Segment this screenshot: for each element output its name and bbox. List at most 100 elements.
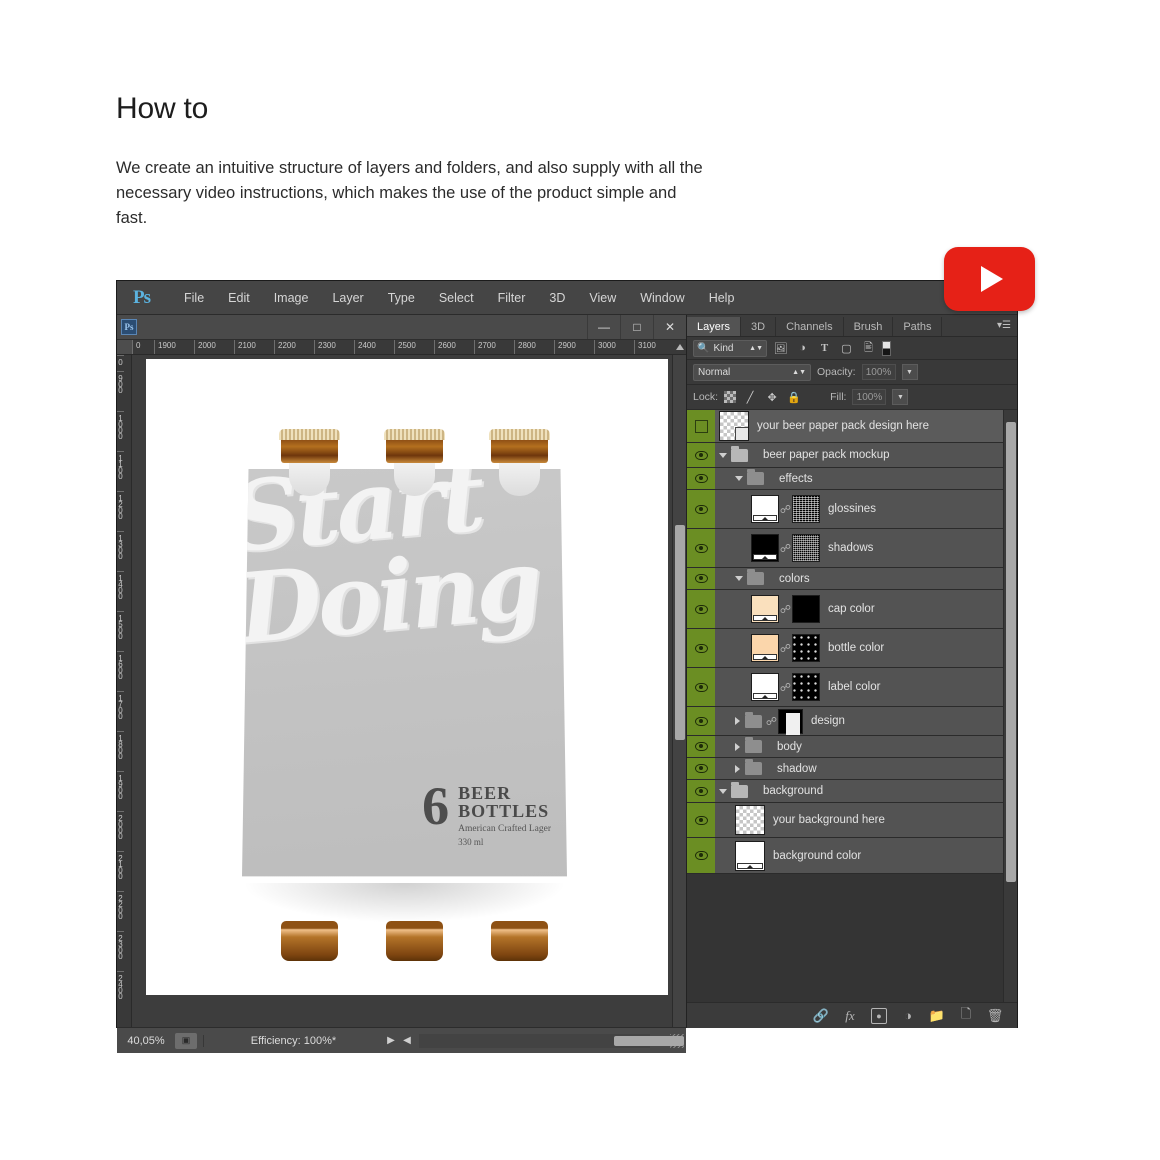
zoom-level[interactable]: 40,05%	[117, 1035, 175, 1047]
chevron-down-icon[interactable]	[719, 788, 727, 794]
tab-brush[interactable]: Brush	[844, 317, 894, 336]
layer-thumbnail[interactable]	[719, 411, 749, 441]
table-row[interactable]: ☍ bottle color	[687, 629, 1003, 668]
smartobject-filter-icon[interactable]: 🖹	[860, 340, 877, 356]
layer-visibility-toggle[interactable]	[687, 707, 715, 735]
menu-item-select[interactable]: Select	[429, 287, 484, 309]
hscroll-left-arrow-icon[interactable]: ◀	[399, 1035, 415, 1046]
new-layer-icon[interactable]: 🗋	[958, 1006, 974, 1024]
layer-visibility-toggle[interactable]	[687, 490, 715, 528]
layer-list-scrollbar[interactable]	[1003, 410, 1017, 1002]
menu-item-image[interactable]: Image	[264, 287, 319, 309]
table-row[interactable]: background color	[687, 838, 1003, 874]
layer-name[interactable]: body	[769, 741, 802, 753]
table-row[interactable]: background	[687, 780, 1003, 803]
table-row[interactable]: ☍ cap color	[687, 590, 1003, 629]
table-row[interactable]: shadow	[687, 758, 1003, 780]
horizontal-ruler[interactable]: 0 1900 2000 2100 2200 2300 2400 2500 260…	[117, 340, 686, 355]
menu-item-3d[interactable]: 3D	[539, 287, 575, 309]
layer-visibility-toggle[interactable]	[687, 590, 715, 628]
table-row[interactable]: ☍ shadows	[687, 529, 1003, 568]
layer-name[interactable]: your beer paper pack design here	[749, 420, 929, 432]
mask-link-icon[interactable]: ☍	[779, 681, 792, 694]
scrollbar-thumb[interactable]	[1006, 422, 1016, 882]
mask-link-icon[interactable]: ☍	[779, 642, 792, 655]
menu-item-window[interactable]: Window	[630, 287, 694, 309]
layer-thumbnail[interactable]	[751, 595, 779, 623]
layer-name[interactable]: beer paper pack mockup	[755, 449, 890, 461]
group-mask-thumbnail[interactable]	[778, 708, 803, 735]
tab-channels[interactable]: Channels	[776, 317, 844, 336]
layer-name[interactable]: shadow	[769, 763, 817, 775]
minimize-button[interactable]: —	[587, 315, 620, 339]
layer-thumbnail[interactable]	[751, 673, 779, 701]
table-row[interactable]: your beer paper pack design here	[687, 410, 1003, 443]
document-info-icon[interactable]: ▣	[175, 1032, 197, 1049]
mask-link-icon[interactable]: ☍	[765, 715, 778, 728]
table-row[interactable]: your background here	[687, 803, 1003, 838]
stepper-icon[interactable]: ▲▼	[792, 369, 806, 376]
blend-mode-select[interactable]: Normal ▲▼	[693, 363, 811, 381]
layer-name[interactable]: your background here	[765, 814, 885, 826]
lock-all-icon[interactable]: 🔒	[786, 389, 802, 405]
opacity-value[interactable]: 100%	[861, 364, 896, 380]
layer-name[interactable]: glossines	[820, 503, 876, 515]
tab-paths[interactable]: Paths	[893, 317, 943, 336]
mask-filter-icon[interactable]	[882, 340, 891, 356]
close-button[interactable]: ✕	[653, 315, 686, 339]
layer-mask-thumbnail[interactable]	[792, 495, 820, 523]
tab-3d[interactable]: 3D	[741, 317, 777, 336]
shape-filter-icon[interactable]: ▢	[838, 340, 855, 356]
link-layers-icon[interactable]: 🔗	[813, 1008, 829, 1024]
menu-item-help[interactable]: Help	[699, 287, 745, 309]
layer-visibility-toggle[interactable]	[687, 468, 715, 489]
layer-mask-thumbnail[interactable]	[792, 634, 820, 662]
layer-name[interactable]: effects	[771, 473, 813, 485]
canvas-vertical-scrollbar[interactable]	[672, 355, 686, 1027]
adjustment-filter-icon[interactable]: ◑	[794, 340, 811, 356]
layer-visibility-toggle[interactable]	[687, 780, 715, 802]
layer-styles-icon[interactable]: fx	[842, 1008, 858, 1024]
layer-name[interactable]: colors	[771, 573, 810, 585]
layer-visibility-toggle[interactable]	[687, 803, 715, 837]
mask-link-icon[interactable]: ☍	[779, 503, 792, 516]
scrollbar-thumb[interactable]	[675, 525, 685, 740]
stepper-icon[interactable]: ▲▼	[749, 345, 763, 352]
panel-menu-icon[interactable]: ▾☰	[997, 320, 1011, 331]
chevron-right-icon[interactable]	[735, 717, 740, 725]
mask-link-icon[interactable]: ☍	[779, 542, 792, 555]
layer-name[interactable]: shadows	[820, 542, 873, 554]
opacity-dropdown-icon[interactable]: ▼	[901, 364, 918, 380]
scrollbar-thumb[interactable]	[614, 1035, 684, 1046]
layer-visibility-toggle[interactable]	[687, 629, 715, 667]
canvas-viewport[interactable]: Start Doing 6 BEER BOTTLES American Craft…	[132, 355, 672, 1027]
table-row[interactable]: ☍ glossines	[687, 490, 1003, 529]
layer-name[interactable]: design	[803, 715, 845, 727]
lock-image-icon[interactable]: ╱	[742, 389, 758, 405]
layer-mask-thumbnail[interactable]	[792, 595, 820, 623]
layer-name[interactable]: bottle color	[820, 642, 884, 654]
chevron-right-icon[interactable]	[735, 764, 740, 773]
layer-visibility-toggle[interactable]	[687, 443, 715, 467]
lock-transparency-icon[interactable]	[724, 391, 737, 403]
new-group-icon[interactable]: 📁	[929, 1008, 945, 1024]
vertical-ruler[interactable]: 0 900 1000 1100 1200 1300 1400 1500 1600…	[117, 355, 132, 1027]
fill-value[interactable]: 100%	[852, 389, 887, 405]
pixel-filter-icon[interactable]: 🖼	[772, 340, 789, 356]
filter-kind-select[interactable]: 🔍 Kind ▲▼	[693, 339, 767, 357]
menu-item-filter[interactable]: Filter	[488, 287, 536, 309]
table-row[interactable]: effects	[687, 468, 1003, 490]
layer-name[interactable]: background	[755, 785, 823, 797]
layer-thumbnail[interactable]	[751, 634, 779, 662]
mask-link-icon[interactable]: ☍	[779, 603, 792, 616]
add-mask-icon[interactable]: ●	[871, 1007, 887, 1024]
layer-name[interactable]: label color	[820, 681, 880, 693]
delete-layer-icon[interactable]: 🗑	[987, 1008, 1004, 1024]
layer-visibility-toggle[interactable]	[687, 410, 715, 442]
chevron-down-icon[interactable]	[735, 476, 743, 481]
chevron-down-icon[interactable]	[719, 452, 727, 458]
layer-list-container[interactable]: your beer paper pack design here beer pa…	[687, 410, 1017, 1002]
layer-visibility-toggle[interactable]	[687, 529, 715, 567]
status-expand-arrow-icon[interactable]: ▶	[383, 1035, 399, 1046]
layer-mask-thumbnail[interactable]	[792, 534, 820, 562]
